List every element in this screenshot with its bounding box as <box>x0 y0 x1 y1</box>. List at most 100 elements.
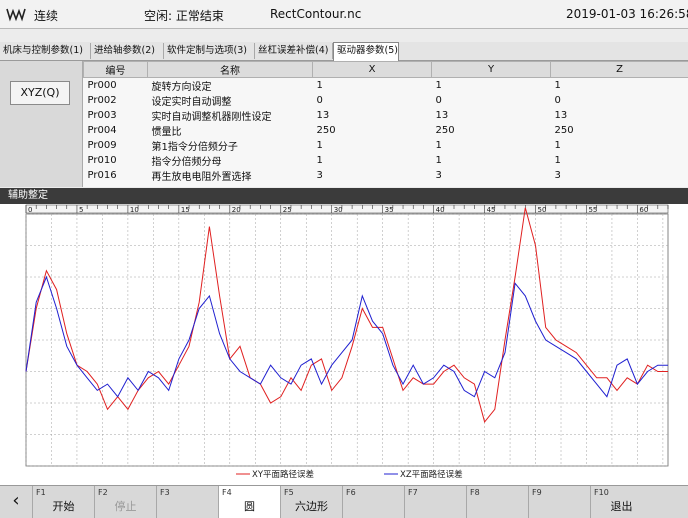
param-value-x[interactable]: 1 <box>313 78 432 94</box>
fkey-f9[interactable]: F9 <box>528 486 590 518</box>
fkey-f3[interactable]: F3 <box>156 486 218 518</box>
error-plot: 051015202530354045505560XY平面路径误差XZ平面路径误差 <box>0 204 688 485</box>
fkey-f8[interactable]: F8 <box>466 486 528 518</box>
param-value-x[interactable]: 3 <box>313 168 432 183</box>
x-tick-label: 55 <box>588 206 597 214</box>
fkey-label: 开始 <box>33 498 94 514</box>
col-header-id: 编号 <box>84 62 148 78</box>
section-title: 辅助整定 <box>0 190 48 201</box>
fkey-number: F3 <box>160 488 170 497</box>
legend-label: XZ平面路径误差 <box>400 469 463 480</box>
param-id: Pr003 <box>84 108 148 123</box>
param-value-z[interactable]: 250 <box>551 123 688 138</box>
fkey-f10[interactable]: F10退出 <box>590 486 652 518</box>
x-tick-label: 5 <box>79 206 83 214</box>
col-header-name: 名称 <box>148 62 313 78</box>
param-id: Pr000 <box>84 78 148 94</box>
param-table: 编号 名称 X Y Z Pr000 旋转方向设定 1 1 1 Pr002 设定实… <box>83 61 688 187</box>
param-value-y[interactable]: 3 <box>432 168 551 183</box>
fkey-number: F5 <box>284 488 294 497</box>
fkey-number: F8 <box>470 488 480 497</box>
param-value-y[interactable]: 1 <box>432 153 551 168</box>
param-value-z[interactable]: 3 <box>551 168 688 183</box>
x-tick-label: 0 <box>28 206 32 214</box>
x-tick-label: 10 <box>130 206 139 214</box>
tab-software-custom[interactable]: 软件定制与选项(3) <box>164 43 255 59</box>
param-value-y[interactable]: 250 <box>432 123 551 138</box>
error-chart: 051015202530354045505560XY平面路径误差XZ平面路径误差 <box>0 204 688 485</box>
x-tick-label: 50 <box>538 206 547 214</box>
param-name: 第1指令分倍频分子 <box>148 138 313 153</box>
param-name: 旋转方向设定 <box>148 78 313 94</box>
table-row[interactable]: Pr004 惯量比 250 250 250 <box>84 123 688 138</box>
param-value-x[interactable]: 1 <box>313 153 432 168</box>
fkey-number: F1 <box>36 488 46 497</box>
x-ruler <box>26 205 668 213</box>
tab-screw-compensation[interactable]: 丝杠误差补偿(4) <box>255 43 333 59</box>
back-arrow-icon[interactable]: ‹ <box>0 486 32 518</box>
param-id: Pr002 <box>84 93 148 108</box>
fkey-f5[interactable]: F5六边形 <box>280 486 342 518</box>
param-value-x[interactable]: 250 <box>313 123 432 138</box>
table-row[interactable]: Pr016 再生放电电阻外置选择 3 3 3 <box>84 168 688 183</box>
fkey-f6[interactable]: F6 <box>342 486 404 518</box>
title-bar: 连续 空闲: 正常结束 RectContour.nc 2019-01-03 16… <box>0 0 688 29</box>
param-name: 惯量比 <box>148 123 313 138</box>
param-name: 设定实时自动调整 <box>148 93 313 108</box>
param-value-y[interactable]: 0 <box>432 93 551 108</box>
param-value-x[interactable]: 0 <box>313 93 432 108</box>
tab-drive-params[interactable]: 驱动器参数(5) <box>333 42 399 61</box>
param-value-y[interactable]: 1 <box>432 138 551 153</box>
param-value-y[interactable]: 13 <box>432 108 551 123</box>
param-value-x[interactable]: 1 <box>313 138 432 153</box>
fkey-f7[interactable]: F7 <box>404 486 466 518</box>
tab-feed-axis[interactable]: 进给轴参数(2) <box>91 43 164 59</box>
fkey-label: 圆 <box>219 498 280 514</box>
param-name: 再生放电电阻外置选择 <box>148 168 313 183</box>
col-header-x: X <box>313 62 432 78</box>
param-value-x[interactable]: 13 <box>313 108 432 123</box>
x-tick-label: 45 <box>487 206 496 214</box>
x-tick-label: 40 <box>436 206 445 214</box>
fkey-number: F2 <box>98 488 108 497</box>
fkey-number: F7 <box>408 488 418 497</box>
col-header-y: Y <box>432 62 551 78</box>
fkey-label: 停止 <box>95 498 156 514</box>
table-row[interactable]: Pr003 实时自动调整机器刚性设定 13 13 13 <box>84 108 688 123</box>
x-tick-label: 35 <box>385 206 394 214</box>
fkey-f2[interactable]: F2停止 <box>94 486 156 518</box>
param-table-header: 编号 名称 X Y Z <box>84 62 688 78</box>
param-value-z[interactable]: 1 <box>551 153 688 168</box>
fkey-label: 六边形 <box>281 498 342 514</box>
param-value-z[interactable]: 13 <box>551 108 688 123</box>
table-row[interactable]: Pr000 旋转方向设定 1 1 1 <box>84 78 688 94</box>
table-row[interactable]: Pr010 指令分倍频分母 1 1 1 <box>84 153 688 168</box>
table-row[interactable]: Pr009 第1指令分倍频分子 1 1 1 <box>84 138 688 153</box>
run-mode: 连续 <box>34 7 58 24</box>
program-name: RectContour.nc <box>270 7 361 21</box>
tab-machine-control[interactable]: 机床与控制参数(1) <box>0 43 91 59</box>
param-value-z[interactable]: 1 <box>551 138 688 153</box>
fkey-f1[interactable]: F1开始 <box>32 486 94 518</box>
axis-select-panel: XYZ(Q) <box>0 61 83 187</box>
table-row[interactable]: Pr002 设定实时自动调整 0 0 0 <box>84 93 688 108</box>
param-tab-bar: 机床与控制参数(1) 进给轴参数(2) 软件定制与选项(3) 丝杠误差补偿(4)… <box>0 42 688 61</box>
function-key-bar: ‹ F1开始F2停止F3F4圆F5六边形F6F7F8F9F10退出 <box>0 485 688 518</box>
legend-label: XY平面路径误差 <box>252 469 314 480</box>
param-name: 实时自动调整机器刚性设定 <box>148 108 313 123</box>
x-tick-label: 25 <box>283 206 292 214</box>
fkey-label: 退出 <box>591 498 652 514</box>
waveform-logo-icon <box>6 6 26 22</box>
param-id: Pr016 <box>84 168 148 183</box>
param-id: Pr009 <box>84 138 148 153</box>
param-value-z[interactable]: 1 <box>551 78 688 94</box>
fkey-number: F6 <box>346 488 356 497</box>
param-id: Pr010 <box>84 153 148 168</box>
axis-select-button[interactable]: XYZ(Q) <box>10 81 70 105</box>
param-value-y[interactable]: 1 <box>432 78 551 94</box>
datetime: 2019-01-03 16:26:58 <box>566 7 688 21</box>
param-value-z[interactable]: 0 <box>551 93 688 108</box>
param-id: Pr004 <box>84 123 148 138</box>
fkey-f4[interactable]: F4圆 <box>218 486 280 518</box>
x-tick-label: 30 <box>334 206 343 214</box>
